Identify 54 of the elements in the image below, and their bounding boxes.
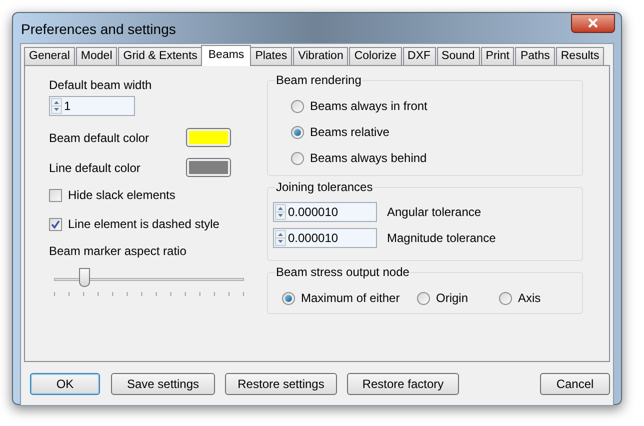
radio-label: Beams always in front: [310, 98, 428, 115]
tab[interactable]: Sound: [436, 47, 480, 65]
tab[interactable]: DXF: [402, 47, 436, 65]
window-title: Preferences and settings: [20, 20, 176, 39]
radio-button[interactable]: [282, 292, 295, 304]
group-title: Beam stress output node: [275, 265, 410, 279]
tab[interactable]: Beams: [201, 45, 252, 66]
tab[interactable]: Model: [76, 47, 118, 65]
tab[interactable]: Vibration: [293, 47, 348, 65]
color-label: Line default color: [49, 160, 140, 176]
radio-label: Beams always behind: [310, 150, 427, 167]
checkbox-label: Line element is dashed style: [68, 216, 220, 233]
group-title: Joining tolerances: [275, 180, 374, 194]
radio-button[interactable]: [291, 100, 304, 112]
close-icon: [588, 18, 598, 28]
spin-field[interactable]: 0.000010: [273, 202, 377, 222]
color-swatch[interactable]: [186, 128, 231, 147]
radio-label: Axis: [518, 290, 541, 307]
radio-button[interactable]: [291, 126, 304, 138]
radio-button[interactable]: [291, 152, 304, 164]
dialog-button[interactable]: Save settings: [111, 372, 215, 394]
tab[interactable]: Colorize: [349, 47, 402, 65]
color-label: Beam default color: [49, 130, 150, 146]
tab[interactable]: Print: [480, 47, 514, 65]
spin-field[interactable]: 1: [49, 96, 135, 116]
checkbox[interactable]: [49, 188, 62, 202]
spin-field[interactable]: 0.000010: [273, 228, 377, 248]
field-label: Default beam width: [49, 78, 153, 92]
group-title: Beam rendering: [275, 73, 362, 87]
radio-label: Beams relative: [310, 124, 390, 141]
tab[interactable]: Paths: [515, 47, 555, 65]
spin-arrows[interactable]: [275, 204, 286, 220]
spin-arrows[interactable]: [51, 98, 62, 114]
slider-thumb[interactable]: [79, 268, 90, 287]
color-swatch[interactable]: [186, 158, 231, 177]
checkbox-label: Hide slack elements: [68, 187, 176, 204]
tab[interactable]: Results: [556, 47, 604, 65]
tab[interactable]: General: [24, 47, 75, 65]
slider-label: Beam marker aspect ratio: [49, 243, 188, 260]
dialog-button[interactable]: Restore factory: [347, 372, 459, 394]
radio-label: Maximum of either: [301, 290, 400, 307]
dialog-button[interactable]: Cancel: [540, 372, 610, 394]
spin-arrows[interactable]: [275, 230, 286, 246]
radio-label: Origin: [436, 290, 468, 307]
radio-button[interactable]: [499, 292, 512, 304]
tab[interactable]: Grid & Extents: [118, 47, 202, 65]
field-label: Angular tolerance: [387, 204, 482, 221]
radio-button[interactable]: [417, 292, 430, 304]
field-label: Magnitude tolerance: [387, 230, 496, 247]
checkbox[interactable]: [49, 218, 62, 230]
tab[interactable]: Plates: [250, 47, 292, 65]
close-button[interactable]: [571, 14, 615, 32]
dialog-button[interactable]: OK: [30, 372, 100, 394]
dialog-button[interactable]: Restore settings: [225, 372, 337, 394]
